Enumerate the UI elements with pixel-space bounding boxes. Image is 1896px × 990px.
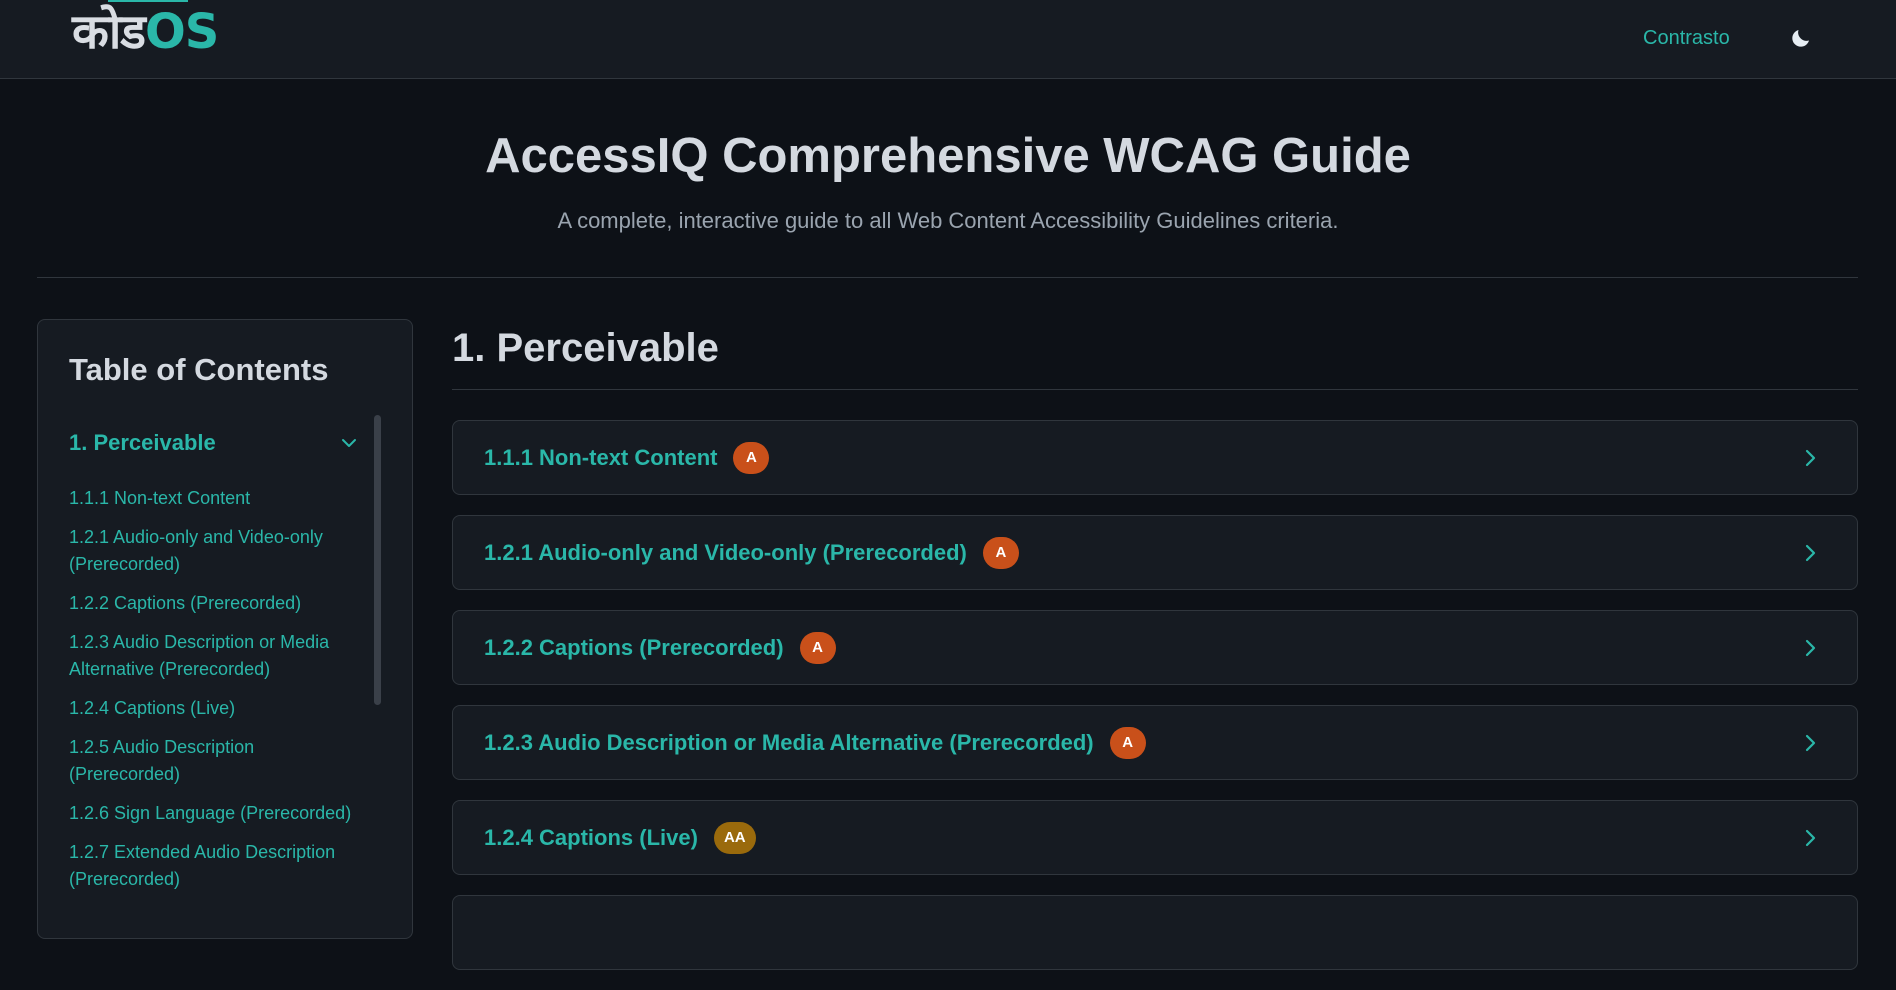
page-subtitle: A complete, interactive guide to all Web… bbox=[557, 208, 1339, 233]
moon-icon bbox=[1792, 30, 1809, 47]
toc-section-perceivable[interactable]: 1. Perceivable bbox=[69, 426, 359, 460]
criterion-card[interactable]: 1.1.1 Non-text Content A bbox=[452, 420, 1858, 495]
chevron-right-icon bbox=[1805, 544, 1816, 562]
criterion-card-partial[interactable] bbox=[452, 895, 1858, 970]
criterion-card[interactable]: 1.2.2 Captions (Prerecorded) A bbox=[452, 610, 1858, 685]
criteria-list: 1.1.1 Non-text Content A 1.2.1 Audio-onl… bbox=[452, 420, 1858, 990]
table-of-contents: Table of Contents 1. Perceivable 1.1.1 N… bbox=[37, 319, 413, 939]
level-badge: AA bbox=[713, 821, 756, 854]
section-title: 1. Perceivable bbox=[452, 326, 719, 370]
criterion-title: 1.2.4 Captions (Live) bbox=[484, 824, 698, 850]
top-bar: कोडOS Contrasto bbox=[0, 0, 1896, 79]
chevron-right-icon bbox=[1805, 639, 1816, 657]
level-badge: A bbox=[733, 441, 770, 474]
level-badge: A bbox=[799, 631, 836, 664]
hero-divider bbox=[37, 277, 1858, 278]
contrast-toggle-link[interactable]: Contrasto bbox=[1643, 24, 1730, 52]
toc-item[interactable]: 1.2.3 Audio Description or Media Alterna… bbox=[69, 629, 359, 683]
toc-scrollbar[interactable] bbox=[374, 415, 381, 705]
toc-title: Table of Contents bbox=[69, 352, 329, 387]
criterion-title: 1.1.1 Non-text Content bbox=[484, 444, 718, 470]
chevron-down-icon bbox=[342, 439, 356, 447]
logo[interactable]: कोडOS bbox=[72, 2, 219, 62]
toc-list: 1.1.1 Non-text Content 1.2.1 Audio-only … bbox=[69, 485, 359, 905]
level-badge: A bbox=[982, 536, 1019, 569]
logo-part-1: कोड bbox=[72, 4, 146, 60]
criterion-card[interactable]: 1.2.3 Audio Description or Media Alterna… bbox=[452, 705, 1858, 780]
toc-item[interactable]: 1.2.7 Extended Audio Description (Prerec… bbox=[69, 839, 359, 893]
toc-section-label: 1. Perceivable bbox=[69, 430, 216, 455]
toc-item[interactable]: 1.2.4 Captions (Live) bbox=[69, 695, 359, 722]
criterion-card[interactable]: 1.2.4 Captions (Live) AA bbox=[452, 800, 1858, 875]
chevron-right-icon bbox=[1805, 829, 1816, 847]
toc-item[interactable]: 1.2.1 Audio-only and Video-only (Prereco… bbox=[69, 524, 359, 578]
theme-toggle-button[interactable] bbox=[1786, 23, 1816, 53]
section-divider bbox=[452, 389, 1858, 390]
criterion-title: 1.2.3 Audio Description or Media Alterna… bbox=[484, 729, 1094, 755]
chevron-right-icon bbox=[1805, 734, 1816, 752]
toc-item[interactable]: 1.1.1 Non-text Content bbox=[69, 485, 359, 512]
level-badge: A bbox=[1109, 726, 1146, 759]
toc-item[interactable]: 1.2.2 Captions (Prerecorded) bbox=[69, 590, 359, 617]
toc-item[interactable]: 1.2.5 Audio Description (Prerecorded) bbox=[69, 734, 359, 788]
chevron-right-icon bbox=[1805, 449, 1816, 467]
criterion-title: 1.2.1 Audio-only and Video-only (Prereco… bbox=[484, 539, 967, 565]
logo-part-2: OS bbox=[144, 4, 219, 60]
criterion-title: 1.2.2 Captions (Prerecorded) bbox=[484, 634, 784, 660]
page-title: AccessIQ Comprehensive WCAG Guide bbox=[485, 129, 1411, 183]
criterion-card[interactable]: 1.2.1 Audio-only and Video-only (Prereco… bbox=[452, 515, 1858, 590]
toc-item[interactable]: 1.2.6 Sign Language (Prerecorded) bbox=[69, 800, 359, 827]
